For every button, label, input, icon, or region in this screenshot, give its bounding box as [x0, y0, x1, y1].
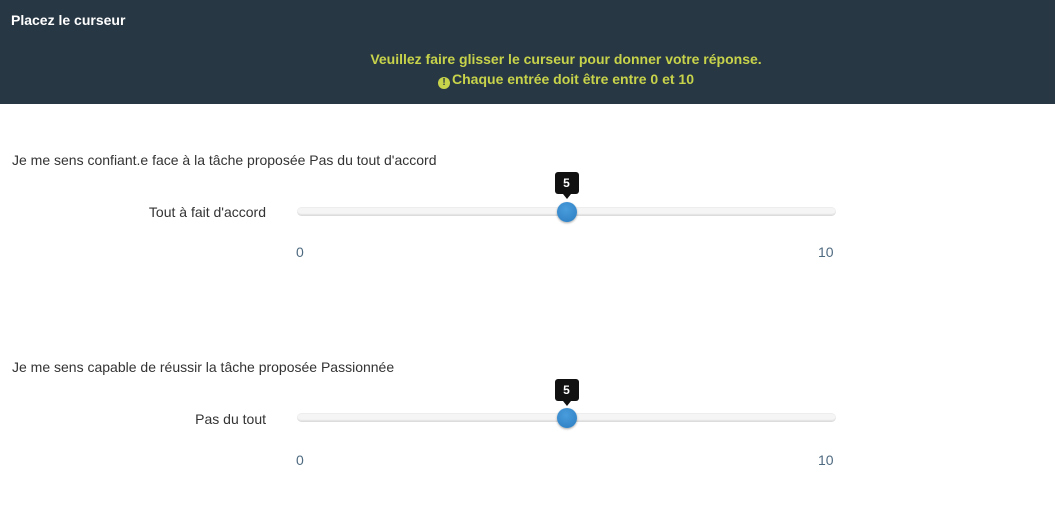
header-title: Placez le curseur	[11, 12, 126, 28]
slider-1-handle[interactable]	[556, 202, 577, 222]
exclamation-circle-icon: !	[438, 77, 451, 89]
slider-1-label: Tout à fait d'accord	[148, 204, 266, 220]
slider-2-handle[interactable]	[556, 408, 577, 428]
header-message: Veuillez faire glisser le curseur pour d…	[0, 49, 1055, 89]
warning-text: Chaque entrée doit être entre 0 et 10	[452, 71, 694, 87]
question-2-text: Je me sens capable de réussir la tâche p…	[12, 359, 395, 375]
instruction-text: Veuillez faire glisser le curseur pour d…	[370, 51, 762, 67]
slider-2-max-label: 10	[818, 452, 834, 468]
question-1-text: Je me sens confiant.e face à la tâche pr…	[12, 152, 437, 168]
slider-2-label: Pas du tout	[195, 411, 266, 427]
page-header: Placez le curseur Veuillez faire glisser…	[0, 0, 1055, 104]
slider-2-value-tooltip: 5	[554, 379, 579, 406]
slider-1-value-tooltip: 5	[554, 172, 579, 199]
slider-1-max-label: 10	[818, 244, 834, 260]
slider-2-min-label: 0	[296, 452, 304, 468]
slider-1-min-label: 0	[296, 244, 304, 260]
warning-line: ! Chaque entrée doit être entre 0 et 10	[0, 69, 1055, 89]
